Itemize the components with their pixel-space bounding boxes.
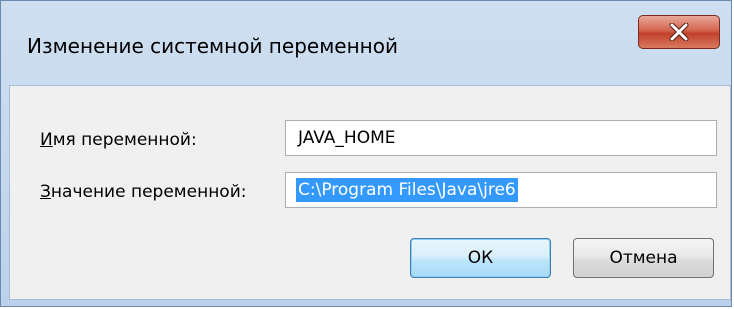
variable-name-input[interactable]: JAVA_HOME — [285, 120, 717, 156]
close-button[interactable] — [638, 15, 720, 49]
ok-button[interactable]: ОК — [410, 238, 551, 278]
accelerator-key: З — [40, 182, 51, 202]
label-text: мя переменной: — [52, 130, 197, 150]
variable-value-input[interactable]: C:\Program Files\Java\jre6 — [285, 172, 717, 208]
variable-name-label: Имя переменной: — [40, 130, 197, 150]
edit-system-variable-dialog: Изменение системной переменной Имя перем… — [0, 0, 732, 307]
label-text: начение переменной: — [50, 182, 247, 202]
dialog-title: Изменение системной переменной — [27, 34, 398, 58]
variable-name-value: JAVA_HOME — [298, 128, 396, 148]
accelerator-key: И — [40, 130, 53, 150]
close-icon — [669, 23, 689, 41]
title-bar[interactable]: Изменение системной переменной — [1, 1, 731, 85]
variable-value-label: Значение переменной: — [40, 182, 246, 202]
dialog-body: Имя переменной: JAVA_HOME Значение перем… — [9, 85, 731, 300]
cancel-button[interactable]: Отмена — [573, 238, 714, 278]
variable-value-selected-text: C:\Program Files\Java\jre6 — [296, 178, 518, 202]
